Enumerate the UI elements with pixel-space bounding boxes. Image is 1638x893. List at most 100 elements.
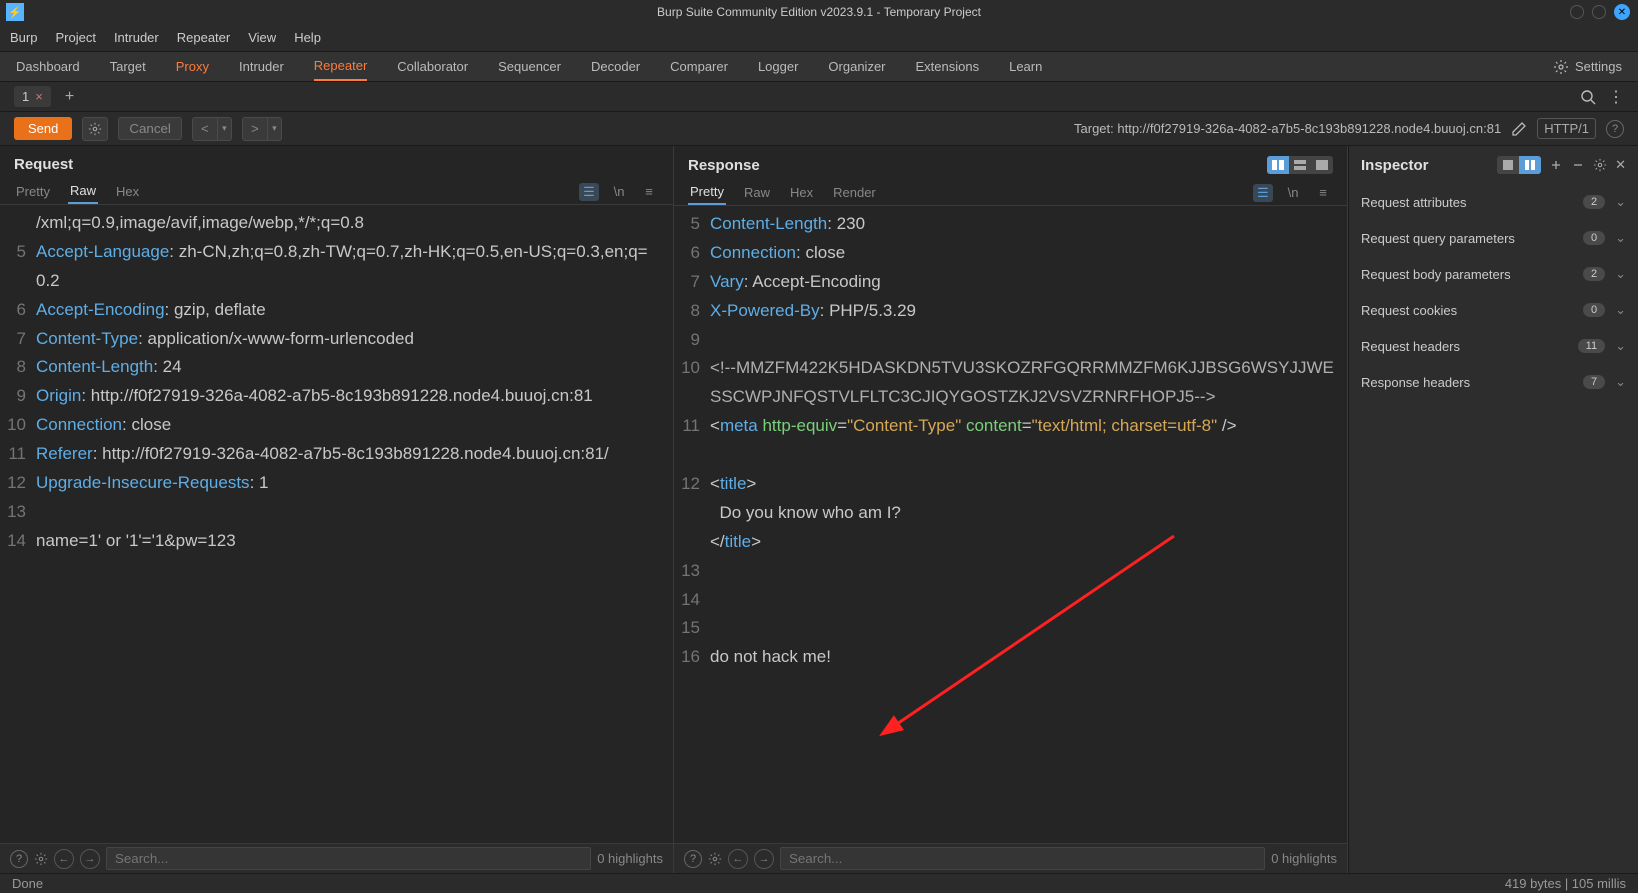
layout-combined-icon[interactable] (1311, 156, 1333, 174)
menu-burp[interactable]: Burp (10, 30, 37, 45)
chevron-down-icon: ⌄ (1615, 230, 1626, 246)
inspector-row[interactable]: Request body parameters2⌄ (1349, 256, 1638, 292)
history-back-dropdown[interactable]: ▾ (218, 117, 232, 141)
subtab-1[interactable]: 1 × (14, 86, 51, 107)
search-icon[interactable] (1580, 89, 1596, 105)
send-options-gear-icon[interactable] (82, 117, 108, 141)
menu-view[interactable]: View (248, 30, 276, 45)
tab-comparer[interactable]: Comparer (670, 53, 728, 80)
response-tab-render[interactable]: Render (831, 181, 878, 204)
layout-a-icon[interactable] (1497, 156, 1519, 174)
search-settings-icon[interactable] (708, 852, 722, 866)
gear-icon (1553, 59, 1569, 75)
response-tab-pretty[interactable]: Pretty (688, 180, 726, 205)
inspector-gear-icon[interactable] (1593, 158, 1607, 172)
layout-rows-icon[interactable] (1289, 156, 1311, 174)
settings-button[interactable]: Settings (1553, 59, 1622, 75)
history-forward-button[interactable]: > (242, 117, 268, 141)
search-next-icon[interactable]: → (80, 849, 100, 869)
actions-icon[interactable]: ☰ (579, 183, 599, 201)
request-tab-hex[interactable]: Hex (114, 180, 141, 203)
maximize-icon[interactable] (1592, 5, 1606, 19)
hamburger-icon[interactable]: ≡ (1313, 184, 1333, 202)
response-tab-raw[interactable]: Raw (742, 181, 772, 204)
inspector-close-icon[interactable]: ✕ (1615, 157, 1626, 173)
tab-intruder[interactable]: Intruder (239, 53, 284, 80)
inspector-row[interactable]: Request query parameters0⌄ (1349, 220, 1638, 256)
request-editor[interactable]: /xml;q=0.9,image/avif,image/webp,*/*;q=0… (0, 205, 673, 843)
inspector-layout-toggle[interactable] (1497, 156, 1541, 174)
inspector-row[interactable]: Request cookies0⌄ (1349, 292, 1638, 328)
request-search-input[interactable] (106, 847, 591, 870)
edit-target-icon[interactable] (1511, 121, 1527, 137)
search-help-icon[interactable]: ? (684, 850, 702, 868)
minimize-icon[interactable] (1570, 5, 1584, 19)
tab-learn[interactable]: Learn (1009, 53, 1042, 80)
search-prev-icon[interactable]: ← (728, 849, 748, 869)
http-version-badge[interactable]: HTTP/1 (1537, 118, 1596, 139)
main-tabs: Dashboard Target Proxy Intruder Repeater Coll… (0, 52, 1638, 82)
search-next-icon[interactable]: → (754, 849, 774, 869)
target-label: Target: http://f0f27919-326a-4082-a7b5-8… (1074, 121, 1501, 136)
layout-columns-icon[interactable] (1267, 156, 1289, 174)
cancel-button[interactable]: Cancel (118, 117, 182, 140)
menu-intruder[interactable]: Intruder (114, 30, 159, 45)
menubar: Burp Project Intruder Repeater View Help (0, 24, 1638, 52)
history-back-button[interactable]: < (192, 117, 218, 141)
tab-sequencer[interactable]: Sequencer (498, 53, 561, 80)
request-tab-raw[interactable]: Raw (68, 179, 98, 204)
tab-proxy[interactable]: Proxy (176, 53, 209, 80)
status-right: 419 bytes | 105 millis (1505, 876, 1626, 891)
add-tab-button[interactable]: + (65, 88, 74, 106)
tab-decoder[interactable]: Decoder (591, 53, 640, 80)
request-tab-pretty[interactable]: Pretty (14, 180, 52, 203)
collapse-icon[interactable] (1571, 158, 1585, 172)
action-bar: Send Cancel < ▾ > ▾ Target: http://f0f27… (0, 112, 1638, 146)
kebab-menu-icon[interactable]: ⋮ (1608, 87, 1624, 107)
help-icon[interactable]: ? (1606, 120, 1624, 138)
layout-b-icon[interactable] (1519, 156, 1541, 174)
response-panel: Response Pretty Raw Hex Render ☰ \n ≡ 5C… (674, 146, 1348, 873)
inspector-row[interactable]: Response headers7⌄ (1349, 364, 1638, 400)
menu-project[interactable]: Project (55, 30, 95, 45)
inspector-panel: Inspector ✕ Request attributes2⌄Request … (1348, 146, 1638, 873)
tab-dashboard[interactable]: Dashboard (16, 53, 80, 80)
titlebar: ⚡ Burp Suite Community Edition v2023.9.1… (0, 0, 1638, 24)
statusbar: Done 419 bytes | 105 millis (0, 873, 1638, 893)
search-prev-icon[interactable]: ← (54, 849, 74, 869)
newline-icon[interactable]: \n (609, 183, 629, 201)
chevron-down-icon: ⌄ (1615, 302, 1626, 318)
chevron-down-icon: ⌄ (1615, 338, 1626, 354)
tab-logger[interactable]: Logger (758, 53, 798, 80)
inspector-row[interactable]: Request attributes2⌄ (1349, 184, 1638, 220)
actions-icon[interactable]: ☰ (1253, 184, 1273, 202)
send-button[interactable]: Send (14, 117, 72, 140)
tab-extensions[interactable]: Extensions (916, 53, 980, 80)
search-help-icon[interactable]: ? (10, 850, 28, 868)
status-left: Done (12, 876, 43, 891)
repeater-subtabs: 1 × + ⋮ (0, 82, 1638, 112)
chevron-down-icon: ⌄ (1615, 194, 1626, 210)
search-settings-icon[interactable] (34, 852, 48, 866)
inspector-row[interactable]: Request headers11⌄ (1349, 328, 1638, 364)
layout-toggle[interactable] (1267, 156, 1333, 174)
tab-organizer[interactable]: Organizer (828, 53, 885, 80)
menu-help[interactable]: Help (294, 30, 321, 45)
request-highlights-count: 0 highlights (597, 851, 663, 866)
response-tab-hex[interactable]: Hex (788, 181, 815, 204)
expand-icon[interactable] (1549, 158, 1563, 172)
request-title: Request (14, 156, 73, 173)
tab-target[interactable]: Target (110, 53, 146, 80)
response-search-input[interactable] (780, 847, 1265, 870)
close-icon[interactable]: ✕ (1614, 4, 1630, 20)
history-forward-dropdown[interactable]: ▾ (268, 117, 282, 141)
hamburger-icon[interactable]: ≡ (639, 183, 659, 201)
tab-repeater[interactable]: Repeater (314, 52, 367, 81)
chevron-down-icon: ⌄ (1615, 266, 1626, 282)
settings-label: Settings (1575, 59, 1622, 74)
menu-repeater[interactable]: Repeater (177, 30, 230, 45)
response-viewer[interactable]: 5Content-Length: 230 6Connection: close … (674, 206, 1347, 843)
tab-collaborator[interactable]: Collaborator (397, 53, 468, 80)
newline-icon[interactable]: \n (1283, 184, 1303, 202)
close-tab-icon[interactable]: × (35, 89, 43, 104)
